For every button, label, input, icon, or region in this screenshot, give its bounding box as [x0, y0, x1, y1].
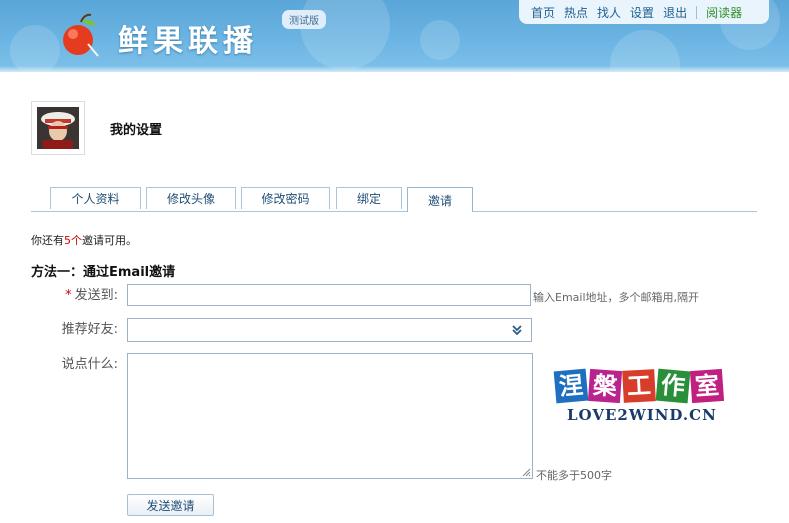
watermark-chars: 涅 槃 工 作 室	[553, 368, 727, 404]
invite-count-text: 你还有5个邀请可用。	[31, 232, 137, 248]
send-to-hint: 输入Email地址，多个邮箱用,隔开	[533, 291, 700, 304]
tab-change-avatar[interactable]: 修改头像	[146, 187, 236, 209]
send-invite-button[interactable]: 发送邀请	[127, 494, 214, 516]
tab-invite[interactable]: 邀请	[407, 187, 473, 212]
settings-tabs: 个人资料 修改头像 修改密码 绑定 邀请	[31, 187, 757, 212]
resize-grip-icon[interactable]	[522, 468, 531, 477]
watermark-char: 作	[655, 368, 691, 404]
apple-logo-icon[interactable]	[58, 12, 102, 60]
send-to-email-input[interactable]	[127, 284, 531, 306]
header-bubble	[10, 25, 60, 72]
page-title: 我的设置	[110, 123, 163, 138]
nav-logout-link[interactable]: 退出	[663, 4, 687, 21]
nav-divider	[696, 5, 698, 19]
message-label: 说点什么:	[61, 357, 118, 372]
method-title: 方法一：通过Email邀请	[31, 265, 176, 280]
watermark-url: LOVE2WIND.CN	[567, 406, 717, 424]
header-fade	[0, 66, 789, 72]
nav-find-people-link[interactable]: 找人	[597, 4, 621, 21]
invite-info-prefix: 你还有	[31, 234, 64, 247]
site-header: 鲜果联播 测试版 首页 热点 找人 设置 退出 阅读器	[0, 0, 789, 72]
watermark-char: 工	[622, 369, 656, 403]
send-to-label-text: 发送到:	[74, 288, 118, 303]
friend-select[interactable]	[127, 318, 532, 342]
site-title[interactable]: 鲜果联播	[118, 16, 258, 60]
double-chevron-down-icon[interactable]	[511, 324, 523, 336]
nav-home-link[interactable]: 首页	[531, 4, 555, 21]
message-hint: 不能多于500字	[536, 469, 612, 482]
required-marker: *	[65, 288, 72, 303]
avatar-image-icon	[37, 107, 79, 149]
watermark-char: 槃	[587, 368, 623, 404]
send-to-label: * 发送到:	[28, 284, 118, 303]
tab-change-password[interactable]: 修改密码	[241, 187, 330, 209]
watermark-logo: 涅 槃 工 作 室 LOVE2WIND.CN	[553, 368, 727, 432]
tab-profile[interactable]: 个人资料	[50, 187, 141, 209]
invite-info-suffix: 邀请可用。	[82, 234, 137, 247]
nav-reader-link[interactable]: 阅读器	[706, 4, 742, 21]
watermark-char: 室	[689, 368, 725, 404]
nav-settings-link[interactable]: 设置	[630, 4, 654, 21]
beta-badge: 测试版	[282, 10, 326, 29]
top-navigation: 首页 热点 找人 设置 退出 阅读器	[519, 0, 769, 24]
invite-count: 5个	[64, 234, 82, 247]
friend-label: 推荐好友:	[61, 322, 118, 337]
avatar	[31, 101, 85, 155]
nav-hot-link[interactable]: 热点	[564, 4, 588, 21]
tab-bind[interactable]: 绑定	[336, 187, 402, 209]
watermark-char: 涅	[553, 368, 589, 404]
header-bubble	[420, 20, 460, 60]
message-textarea[interactable]	[127, 353, 533, 479]
